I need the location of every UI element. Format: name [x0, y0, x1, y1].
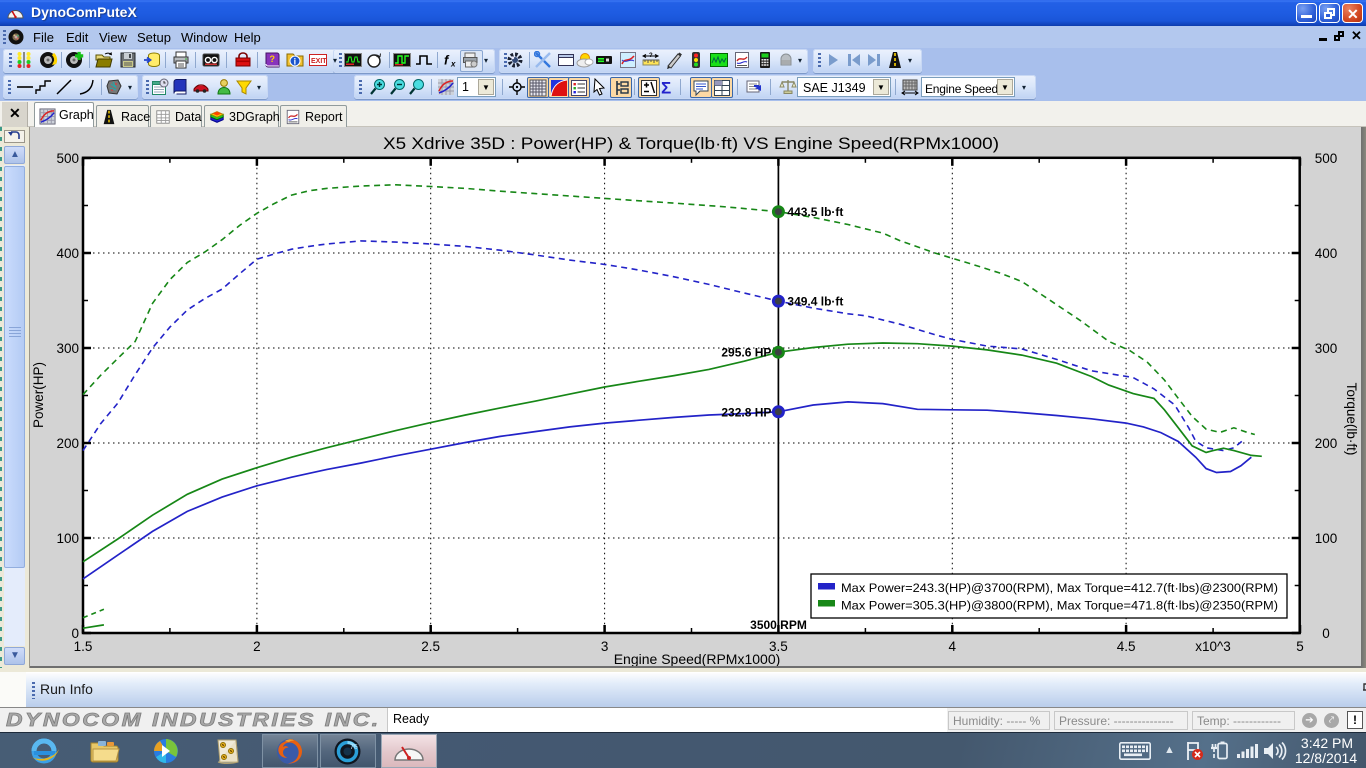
svg-text:400: 400: [56, 246, 79, 261]
svg-text:EXIT: EXIT: [311, 58, 327, 65]
svg-text:300: 300: [1315, 341, 1338, 356]
svg-text:Max Power=243.3(HP)@3700(RPM),: Max Power=243.3(HP)@3700(RPM), Max Torqu…: [841, 581, 1278, 595]
svg-text:232.8 HP: 232.8 HP: [721, 405, 771, 419]
svg-text:f: f: [444, 53, 450, 68]
svg-text:Power(HP): Power(HP): [31, 362, 46, 428]
svg-text:x10^3: x10^3: [1195, 639, 1231, 654]
svg-text:i: i: [294, 57, 297, 67]
svg-text:400: 400: [1315, 246, 1338, 261]
svg-text:295.6 HP: 295.6 HP: [721, 346, 771, 360]
svg-text:3: 3: [601, 639, 609, 654]
svg-text:2.5: 2.5: [421, 639, 440, 654]
svg-text:100: 100: [1315, 531, 1338, 546]
svg-text:300: 300: [56, 341, 79, 356]
svg-text:X5 Xdrive 35D : Power(HP) & To: X5 Xdrive 35D : Power(HP) & Torque(lb·ft…: [383, 135, 999, 153]
svg-text:Torque(lb·ft): Torque(lb·ft): [1344, 383, 1359, 456]
svg-text:200: 200: [56, 436, 79, 451]
svg-text:?: ?: [649, 53, 653, 59]
svg-text:Max Power=305.3(HP)@3800(RPM),: Max Power=305.3(HP)@3800(RPM), Max Torqu…: [841, 599, 1278, 613]
svg-text:75: 75: [350, 744, 358, 751]
svg-text:1.5: 1.5: [74, 639, 93, 654]
svg-text:4.5: 4.5: [1117, 639, 1136, 654]
svg-text:100: 100: [56, 531, 79, 546]
svg-text:500: 500: [1315, 151, 1338, 166]
svg-text:500: 500: [56, 151, 79, 166]
svg-text:3500 RPM: 3500 RPM: [750, 618, 807, 632]
svg-text:349.4 lb·ft: 349.4 lb·ft: [787, 295, 843, 309]
svg-text:443.5 lb·ft: 443.5 lb·ft: [787, 205, 843, 219]
svg-text:2: 2: [253, 639, 261, 654]
svg-text:0: 0: [1322, 626, 1330, 641]
svg-text:x: x: [450, 60, 456, 69]
svg-text:200: 200: [1315, 436, 1338, 451]
svg-text:?: ?: [270, 54, 276, 64]
svg-text:Engine Speed(RPMx1000): Engine Speed(RPMx1000): [614, 651, 781, 667]
svg-text:5: 5: [1296, 639, 1304, 654]
svg-text:Σ: Σ: [661, 79, 671, 97]
svg-text:4: 4: [949, 639, 957, 654]
